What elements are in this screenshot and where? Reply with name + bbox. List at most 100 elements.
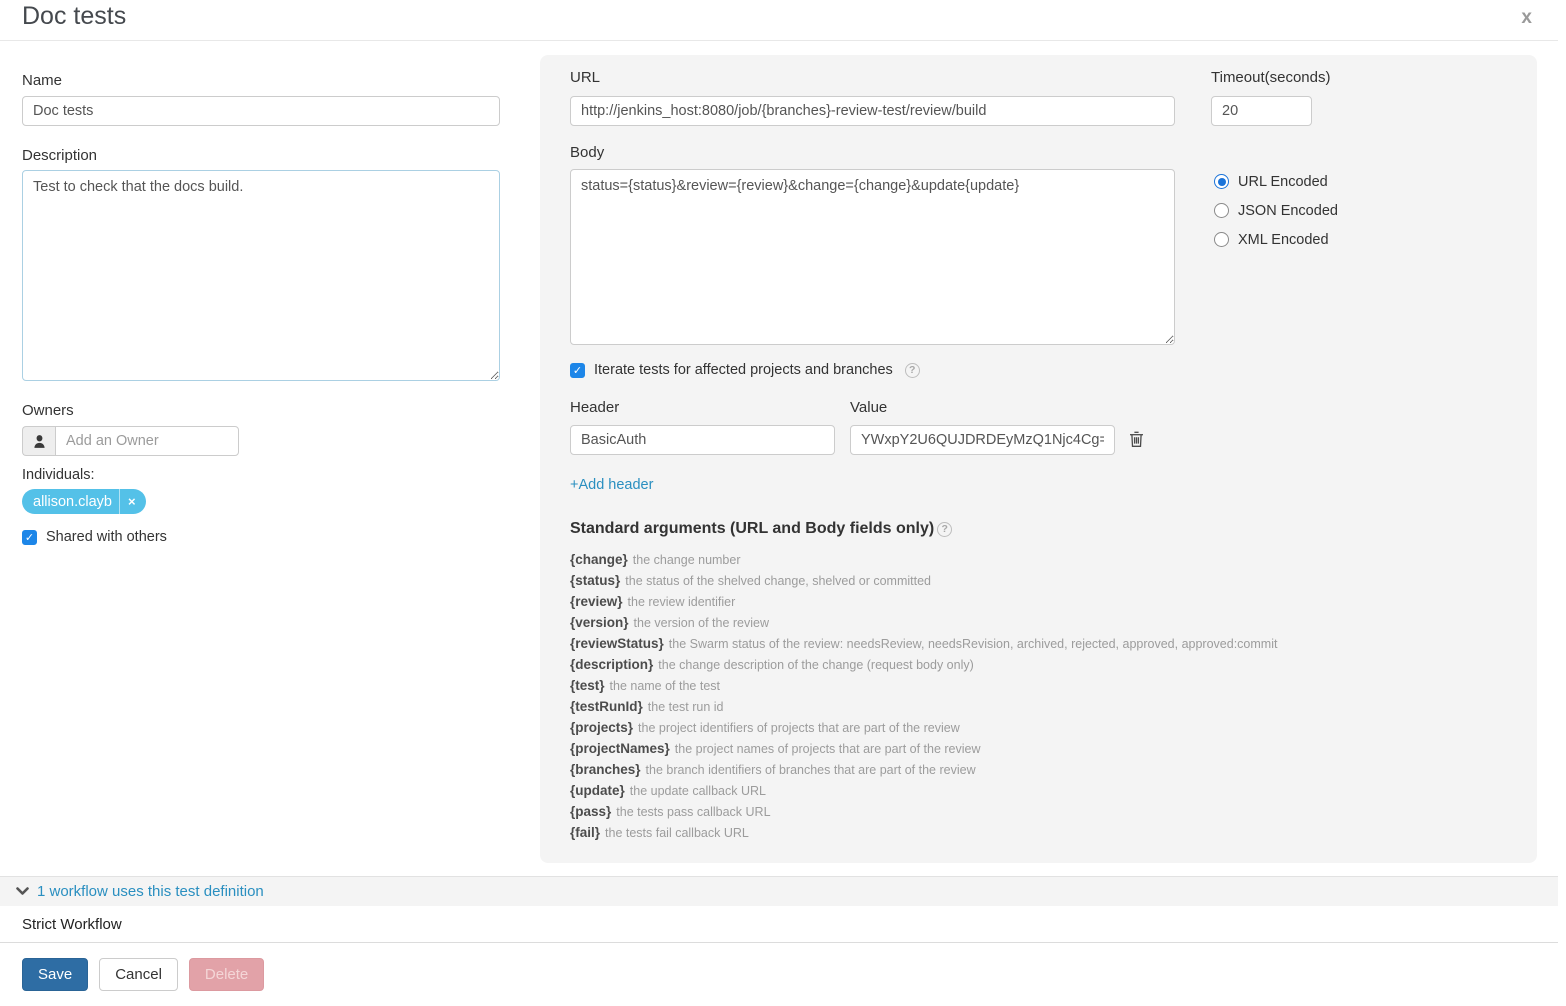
test-definition-dialog: Doc tests x Name Description Test to che… <box>0 0 1566 1006</box>
argument-row: {reviewStatus} the Swarm status of the re… <box>570 633 1277 654</box>
value-column-label: Value <box>850 399 887 416</box>
delete-button[interactable]: Delete <box>189 958 264 991</box>
argument-row: {update} the update callback URL <box>570 780 1277 801</box>
trash-icon[interactable] <box>1129 431 1144 453</box>
header-value-input[interactable] <box>850 425 1115 455</box>
argument-name: {version} <box>570 615 629 630</box>
radio-row-url-encoded: URL Encoded <box>1214 167 1338 196</box>
header-name-input[interactable] <box>570 425 835 455</box>
test-settings-panel: URL Timeout(seconds) Body status={status… <box>540 55 1537 863</box>
argument-row: {description} the change description of t… <box>570 654 1277 675</box>
chevron-down-icon <box>16 887 29 896</box>
argument-name: {status} <box>570 573 620 588</box>
radio-row-xml-encoded: XML Encoded <box>1214 225 1338 254</box>
argument-desc: the version of the review <box>634 616 770 630</box>
standard-arguments-title: Standard arguments (URL and Body fields … <box>570 520 952 538</box>
shared-checkbox[interactable] <box>22 530 37 545</box>
description-textarea[interactable]: Test to check that the docs build. <box>22 170 500 381</box>
argument-name: {change} <box>570 552 628 567</box>
owners-label: Owners <box>22 402 74 419</box>
workflow-name: Strict Workflow <box>22 916 122 933</box>
argument-row: {testRunId} the test run id <box>570 696 1277 717</box>
url-encoded-label: URL Encoded <box>1238 174 1328 190</box>
owner-tag: allison.clayb × <box>22 489 146 514</box>
encoding-radio-group: URL Encoded JSON Encoded XML Encoded <box>1214 167 1338 254</box>
name-input[interactable] <box>22 96 500 126</box>
iterate-tests-row: Iterate tests for affected projects and … <box>570 362 920 378</box>
argument-desc: the Swarm status of the review: needsRev… <box>669 637 1278 651</box>
close-icon[interactable]: x <box>1521 5 1532 32</box>
name-label: Name <box>22 72 62 89</box>
argument-desc: the review identifier <box>628 595 736 609</box>
shared-with-others-row: Shared with others <box>22 529 167 545</box>
argument-name: {update} <box>570 783 625 798</box>
argument-desc: the tests fail callback URL <box>605 826 749 840</box>
argument-desc: the status of the shelved change, shelve… <box>625 574 931 588</box>
argument-row: {review} the review identifier <box>570 591 1277 612</box>
argument-name: {pass} <box>570 804 611 819</box>
argument-row: {pass} the tests pass callback URL <box>570 801 1277 822</box>
header-column-label: Header <box>570 399 619 416</box>
argument-name: {testRunId} <box>570 699 643 714</box>
iterate-tests-checkbox[interactable] <box>570 363 585 378</box>
argument-row: {test} the name of the test <box>570 675 1277 696</box>
add-owner-input[interactable] <box>55 426 239 456</box>
argument-row: {status} the status of the shelved change… <box>570 570 1277 591</box>
timeout-label: Timeout(seconds) <box>1211 69 1331 86</box>
owner-tag-label: allison.clayb <box>33 494 112 510</box>
save-button[interactable]: Save <box>22 958 88 991</box>
argument-desc: the name of the test <box>610 679 721 693</box>
argument-row: {projectNames} the project names of proje… <box>570 738 1277 759</box>
workflows-toggle-link[interactable]: 1 workflow uses this test definition <box>16 883 264 900</box>
argument-name: {projectNames} <box>570 741 670 756</box>
individuals-label: Individuals: <box>22 467 95 483</box>
argument-desc: the change description of the change (re… <box>658 658 974 672</box>
argument-row: {fail} the tests fail callback URL <box>570 822 1277 843</box>
radio-row-json-encoded: JSON Encoded <box>1214 196 1338 225</box>
argument-name: {reviewStatus} <box>570 636 664 651</box>
argument-name: {projects} <box>570 720 633 735</box>
owner-input-group <box>22 426 239 456</box>
argument-row: {version} the version of the review <box>570 612 1277 633</box>
body-textarea[interactable]: status={status}&review={review}&change={… <box>570 169 1175 345</box>
json-encoded-label: JSON Encoded <box>1238 203 1338 219</box>
iterate-help-icon[interactable]: ? <box>905 363 920 378</box>
remove-owner-icon[interactable]: × <box>119 489 146 514</box>
shared-label: Shared with others <box>46 529 167 545</box>
argument-desc: the tests pass callback URL <box>616 805 770 819</box>
xml-encoded-radio[interactable] <box>1214 232 1229 247</box>
argument-name: {branches} <box>570 762 641 777</box>
argument-desc: the test run id <box>648 700 724 714</box>
workflows-toggle-bar: 1 workflow uses this test definition <box>0 876 1558 906</box>
person-icon <box>22 426 55 456</box>
argument-name: {test} <box>570 678 605 693</box>
description-label: Description <box>22 147 97 164</box>
add-header-link[interactable]: +Add header <box>570 477 653 493</box>
argument-desc: the change number <box>633 553 741 567</box>
timeout-input[interactable] <box>1211 96 1312 126</box>
argument-desc: the branch identifiers of branches that … <box>646 763 976 777</box>
url-encoded-radio[interactable] <box>1214 174 1229 189</box>
argument-desc: the project names of projects that are p… <box>675 742 981 756</box>
iterate-tests-label: Iterate tests for affected projects and … <box>594 362 893 378</box>
argument-row: {projects} the project identifiers of pro… <box>570 717 1277 738</box>
dialog-header: Doc tests x <box>0 0 1558 41</box>
url-input[interactable] <box>570 96 1175 126</box>
argument-name: {fail} <box>570 825 600 840</box>
xml-encoded-label: XML Encoded <box>1238 232 1329 248</box>
argument-row: {branches} the branch identifiers of bran… <box>570 759 1277 780</box>
standard-arguments-help-icon[interactable]: ? <box>937 522 952 537</box>
argument-name: {review} <box>570 594 623 609</box>
json-encoded-radio[interactable] <box>1214 203 1229 218</box>
dialog-title: Doc tests <box>22 2 126 31</box>
argument-name: {description} <box>570 657 653 672</box>
cancel-button[interactable]: Cancel <box>99 958 178 991</box>
argument-desc: the update callback URL <box>630 784 766 798</box>
body-label: Body <box>570 144 604 161</box>
argument-desc: the project identifiers of projects that… <box>638 721 960 735</box>
workflow-list-item: Strict Workflow <box>0 906 1558 943</box>
standard-arguments-list: {change} the change number {status} the st… <box>570 549 1277 843</box>
argument-row: {change} the change number <box>570 549 1277 570</box>
url-label: URL <box>570 69 600 86</box>
standard-arguments-title-text: Standard arguments (URL and Body fields … <box>570 520 934 538</box>
